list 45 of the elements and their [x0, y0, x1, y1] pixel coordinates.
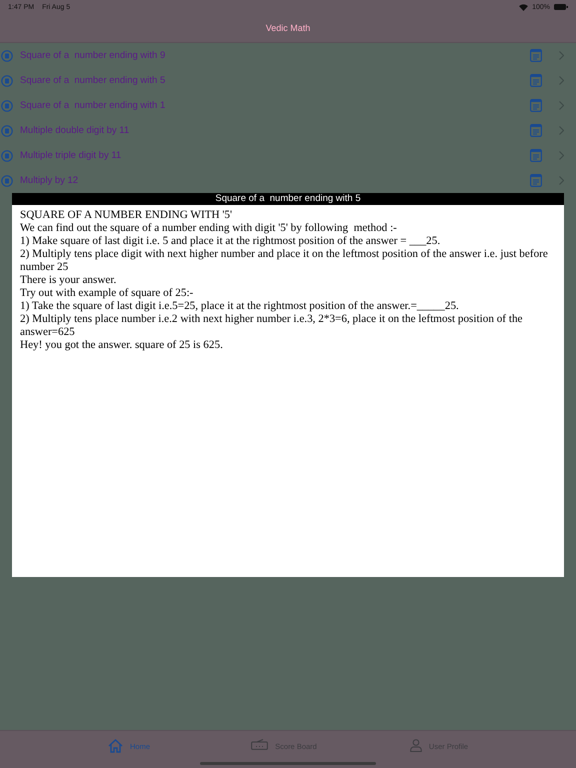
chevron-right-icon: [559, 101, 564, 110]
bookmark-circle-icon: [1, 124, 13, 136]
document-icon[interactable]: [530, 74, 542, 87]
item-label: Multiple double digit by 11: [20, 125, 130, 136]
list-item[interactable]: Multiple triple digit by 11: [0, 143, 576, 168]
user-icon: [410, 739, 422, 752]
document-icon[interactable]: [530, 49, 542, 62]
bookmark-circle-icon: [1, 150, 13, 162]
popup-text-line: 1) Take the square of last digit i.e.5=25, place it at the rightmost position of the answer.=_____25.: [20, 300, 460, 313]
list-item[interactable]: Square of a number ending with 5: [0, 68, 576, 93]
popup-text-line: SQUARE OF A NUMBER ENDING WITH '5': [20, 209, 234, 222]
document-icon[interactable]: [530, 149, 542, 162]
nav-title: Vedic Math: [266, 23, 310, 33]
home-icon: [108, 739, 123, 753]
popup-text-line: We can find out the square of a number ending with digit '5' by following method :-: [20, 222, 398, 235]
list-item[interactable]: Square of a number ending with 9: [0, 43, 576, 68]
bookmark-circle-icon: [1, 100, 13, 112]
item-label: Multiple triple digit by 11: [20, 150, 122, 161]
bookmark-circle-icon: [1, 174, 13, 186]
popup-text-line: 1) Make square of last digit i.e. 5 and place it at the rightmost position of the answer = ___25.: [20, 235, 442, 248]
item-label: Multiply by 12: [20, 175, 80, 186]
item-label: Square of a number ending with 5: [20, 75, 166, 86]
chevron-right-icon: [559, 76, 564, 85]
document-icon[interactable]: [530, 174, 542, 187]
popup-text-line: Hey! you got the answer. square of 25 is 625.: [20, 339, 224, 352]
bookmark-circle-icon: [1, 50, 13, 62]
chevron-right-icon: [559, 151, 564, 160]
popup-text-line: 2) Multiply tens place number i.e.2 with next higher number i.e.3, 2*3=6, place it on the leftmost position of the answer=625: [20, 313, 524, 339]
chevron-right-icon: [559, 126, 564, 135]
battery-icon: [554, 4, 568, 10]
document-icon[interactable]: [530, 124, 542, 137]
chevron-right-icon: [559, 51, 564, 60]
popup-text-line: 2) Multiply tens place digit with next higher number and place it on the leftmost position of the answer i.e. just before number 25: [20, 248, 549, 274]
list-item[interactable]: Multiply by 12: [0, 168, 576, 193]
item-label: Square of a number ending with 1: [20, 100, 166, 111]
document-icon[interactable]: [530, 99, 542, 112]
wifi-icon: [519, 4, 528, 10]
list-item[interactable]: Multiple double digit by 11: [0, 118, 576, 143]
popup-text-line: Try out with example of square of 25:-: [20, 287, 194, 300]
bookmark-circle-icon: [1, 74, 13, 86]
popup-text-line: There is your answer.: [20, 274, 118, 287]
popup-title: Square of a number ending with 5: [12, 193, 564, 205]
item-label: Square of a number ending with 9: [20, 50, 166, 61]
list-item[interactable]: Square of a number ending with 1: [0, 93, 576, 118]
chevron-right-icon: [559, 176, 564, 185]
